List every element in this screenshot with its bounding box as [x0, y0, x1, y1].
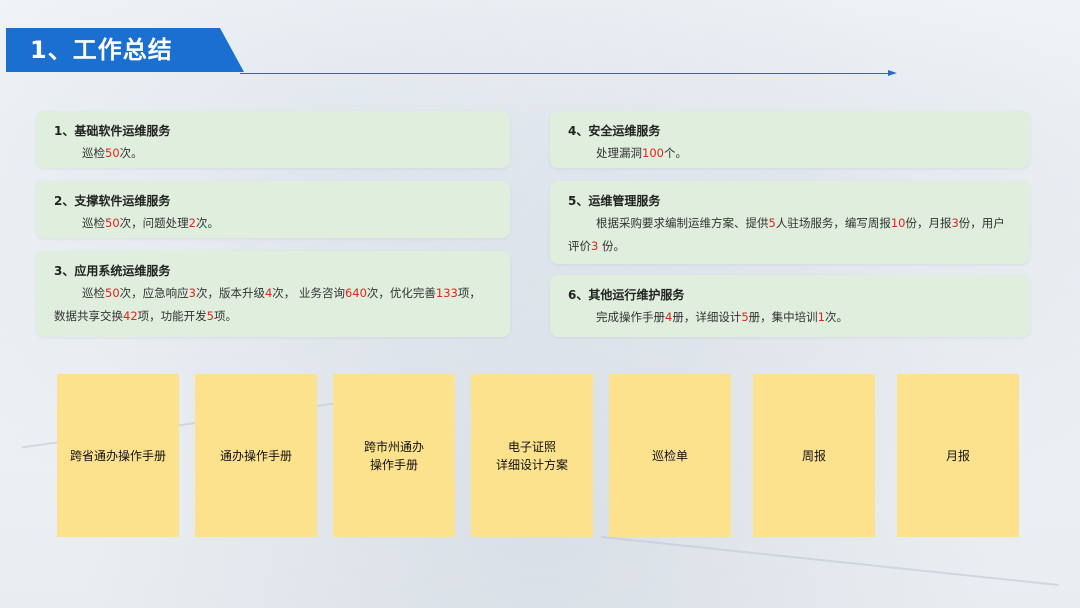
- document-label: 跨省通办操作手册: [70, 447, 166, 465]
- body-text: 项，功能开发: [137, 309, 207, 323]
- document-label-line: 电子证照: [507, 439, 556, 454]
- highlight-number: 10: [890, 216, 906, 230]
- section-title: 1、工作总结: [30, 36, 173, 64]
- document-label-line: 通办操作手册: [219, 448, 292, 463]
- service-card-title: 1、基础软件运维服务: [54, 124, 171, 138]
- body-text: 份，月报: [905, 216, 952, 230]
- highlight-number: 3: [951, 216, 959, 230]
- service-card-title: 2、支撑软件运维服务: [54, 194, 171, 208]
- document-label: 月报: [946, 447, 970, 465]
- body-text: 个。: [663, 146, 687, 160]
- highlight-number: 5: [206, 309, 214, 323]
- service-card-support-software: 2、支撑软件运维服务 巡检50次，问题处理2次。: [36, 181, 510, 238]
- highlight-number: 3: [188, 286, 196, 300]
- body-text: 根据采购要求编制运维方案、提供: [596, 216, 769, 230]
- service-card-body: 完成操作手册4册，详细设计5册，集中培训1次。: [568, 306, 1012, 329]
- document-label-line: 操作手册: [369, 457, 418, 472]
- document-label: 通办操作手册: [220, 447, 292, 465]
- service-card-ops-management: 5、运维管理服务 根据采购要求编制运维方案、提供5人驻场服务，编写周报10份，月…: [550, 181, 1030, 264]
- service-card-body: 巡检50次，问题处理2次。: [54, 212, 492, 235]
- highlight-number: 1: [817, 310, 825, 324]
- body-text: 册，详细设计: [672, 310, 742, 324]
- document-label: 周报: [802, 447, 826, 465]
- highlight-number: 133: [435, 286, 458, 300]
- highlight-number: 5: [768, 216, 776, 230]
- document-card-inspection-sheet[interactable]: 巡检单: [609, 374, 731, 537]
- service-card-basic-software: 1、基础软件运维服务 巡检50次。: [36, 111, 510, 168]
- body-text: 巡检: [82, 286, 105, 300]
- service-card-body: 根据采购要求编制运维方案、提供5人驻场服务，编写周报10份，月报3份，用户评价3…: [568, 212, 1012, 258]
- highlight-number: 2: [188, 216, 196, 230]
- header-arrow-icon: [888, 70, 897, 76]
- highlight-number: 640: [344, 286, 367, 300]
- document-label: 跨市州通办 操作手册: [364, 438, 424, 474]
- document-card-cross-city-manual[interactable]: 跨市州通办 操作手册: [333, 374, 455, 537]
- highlight-number: 42: [123, 309, 138, 323]
- body-text: 人驻场服务，编写周报: [775, 216, 891, 230]
- body-text: 次，应急响应: [119, 286, 189, 300]
- document-label-line: 巡检单: [651, 448, 688, 463]
- body-text: 处理漏洞: [596, 146, 642, 160]
- body-text: 次，优化完善: [366, 286, 436, 300]
- body-text: 完成操作手册: [596, 310, 665, 324]
- service-card-security: 4、安全运维服务 处理漏洞100个。: [550, 111, 1030, 168]
- highlight-number: 50: [105, 216, 120, 230]
- service-card-title: 3、应用系统运维服务: [54, 264, 171, 278]
- document-label-line: 跨省通办操作手册: [69, 448, 166, 463]
- service-card-body: 巡检50次，应急响应3次，版本升级4次， 业务咨询640次，优化完善133项，数…: [54, 282, 492, 328]
- service-card-body: 处理漏洞100个。: [568, 142, 1012, 165]
- highlight-number: 100: [642, 146, 664, 160]
- highlight-number: 50: [105, 146, 120, 160]
- document-label-line: 月报: [945, 448, 970, 463]
- document-label: 电子证照详细设计方案: [496, 438, 568, 474]
- body-text: 次。: [119, 146, 143, 160]
- document-label-line: 周报: [801, 448, 826, 463]
- body-text: 次。: [195, 216, 219, 230]
- service-card-title: 5、运维管理服务: [568, 194, 661, 208]
- body-text: 册，集中培训: [748, 310, 818, 324]
- document-label: 巡检单: [652, 447, 688, 465]
- body-text: 次。: [824, 310, 848, 324]
- document-card-monthly-report[interactable]: 月报: [897, 374, 1019, 537]
- body-text: 巡检: [82, 216, 105, 230]
- service-card-title: 4、安全运维服务: [568, 124, 661, 138]
- service-card-body: 巡检50次。: [54, 142, 492, 165]
- body-text: 次，版本升级: [195, 286, 265, 300]
- document-label-line: 跨市州通办: [363, 439, 424, 454]
- service-card-title: 6、其他运行维护服务: [568, 288, 685, 302]
- document-label-line: 详细设计方案: [495, 457, 568, 472]
- document-card-e-license-design[interactable]: 电子证照详细设计方案: [471, 374, 593, 537]
- body-text: 巡检: [82, 146, 105, 160]
- body-text: 项。: [213, 309, 237, 323]
- service-card-other-maintenance: 6、其他运行维护服务 完成操作手册4册，详细设计5册，集中培训1次。: [550, 275, 1030, 337]
- highlight-number: 5: [741, 310, 749, 324]
- body-text: 次，问题处理: [119, 216, 189, 230]
- document-card-weekly-report[interactable]: 周报: [753, 374, 875, 537]
- body-text: 次， 业务咨询: [272, 286, 345, 300]
- header-rule-line: [240, 73, 890, 74]
- service-card-application-system: 3、应用系统运维服务 巡检50次，应急响应3次，版本升级4次， 业务咨询640次…: [36, 251, 510, 337]
- document-card-general-manual[interactable]: 通办操作手册: [195, 374, 317, 537]
- body-text: 份。: [598, 239, 625, 253]
- highlight-number: 50: [105, 286, 120, 300]
- document-card-cross-province-manual[interactable]: 跨省通办操作手册: [57, 374, 179, 537]
